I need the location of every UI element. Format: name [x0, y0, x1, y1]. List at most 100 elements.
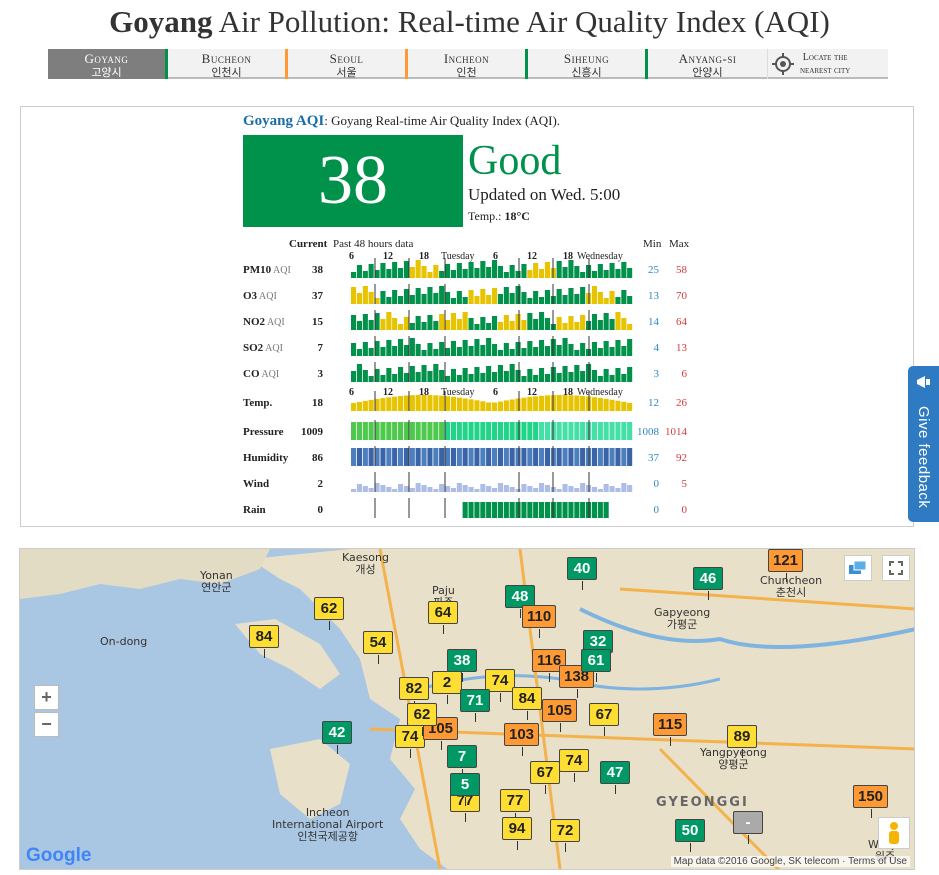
sparkline-bar	[398, 324, 404, 330]
locate-nearest-city-button[interactable]: Locate the nearest city	[768, 49, 888, 79]
street-view-button[interactable]	[878, 817, 910, 849]
tab-anyang[interactable]: Anyang-si 안양시	[648, 49, 768, 79]
aqi-station-marker[interactable]: 64	[428, 601, 458, 634]
sparkline-bar	[386, 487, 392, 492]
sparkline-bar	[362, 271, 368, 278]
aqi-station-marker[interactable]: 74	[559, 749, 589, 782]
tab-goyang[interactable]: Goyang 고양시	[48, 49, 168, 79]
aqi-station-marker[interactable]: 62	[314, 597, 344, 630]
row-label-text: Temp.	[243, 397, 273, 409]
aqi-station-marker[interactable]: 62	[407, 703, 437, 736]
row-label: Wind	[243, 478, 269, 490]
aqi-station-marker[interactable]: 84	[249, 625, 279, 658]
tab-siheung[interactable]: Siheung 신흥시	[528, 49, 648, 79]
sparkline-bar	[421, 365, 427, 382]
aqi-station-marker[interactable]: 74	[485, 669, 515, 702]
sparkline-bar	[574, 350, 580, 356]
aqi-station-marker[interactable]: 67	[589, 703, 619, 736]
sparkline-bar	[497, 422, 503, 440]
map-label-kaesong: Kaesong 개성	[342, 551, 389, 576]
sparkline-bar	[468, 399, 474, 411]
zoom-in-button[interactable]: +	[34, 685, 59, 710]
sparkline-bar	[527, 341, 533, 356]
aqi-station-marker[interactable]: 46	[693, 567, 723, 600]
aqi-station-marker[interactable]: -	[733, 811, 763, 844]
aqi-station-marker[interactable]: 121	[768, 549, 804, 582]
aqi-map[interactable]: Kaesong개성 Yonan연안군 On-dong Paju파주 Gapyeo…	[19, 548, 915, 870]
sparkline-bar	[580, 483, 586, 492]
sparkline-bar	[362, 342, 368, 356]
map-label-gyeonggi: GYEONGGI	[656, 795, 749, 810]
sparkline-bar	[621, 290, 627, 304]
aqi-station-marker[interactable]: 38	[447, 649, 477, 682]
sparkline-bar	[456, 291, 462, 304]
aqi-station-marker[interactable]: 77	[500, 789, 530, 822]
aqi-station-marker[interactable]: 40	[567, 557, 597, 590]
tab-label-en: Seoul	[329, 51, 364, 66]
sparkline-bar	[368, 488, 374, 492]
aqi-station-marker[interactable]: 71	[460, 689, 490, 722]
sparkline-bar	[398, 422, 404, 440]
sparkline-bar	[580, 448, 586, 466]
sparkline-bar	[615, 269, 621, 278]
aqi-station-marker[interactable]: 110	[522, 605, 557, 638]
row-current-value: 38	[312, 264, 323, 276]
map-layers-button[interactable]	[844, 555, 872, 581]
sparkline-bar	[392, 346, 398, 356]
aqi-brand-link[interactable]: Goyang AQI	[243, 113, 324, 129]
aqi-station-marker[interactable]: 103	[504, 723, 540, 756]
aqi-station-marker[interactable]: 74	[395, 725, 425, 758]
aqi-station-marker[interactable]: 115	[653, 713, 688, 746]
aqi-station-marker[interactable]: 67	[530, 761, 560, 794]
aqi-station-marker[interactable]: 84	[512, 687, 542, 720]
sparkline-bar	[574, 322, 580, 330]
sparkline-bar	[462, 398, 468, 411]
give-feedback-tab[interactable]: Give feedback	[908, 366, 939, 522]
aqi-station-marker[interactable]: 54	[363, 631, 393, 664]
map-attribution[interactable]: Map data ©2016 Google, SK telecom · Term…	[670, 856, 910, 867]
sparkline-bar	[427, 422, 433, 440]
aqi-station-marker[interactable]: 105	[542, 699, 578, 732]
sparkline-bar	[492, 344, 498, 356]
aqi-station-marker[interactable]: 2	[432, 671, 462, 704]
sparkline-bar	[539, 395, 545, 411]
sparkline-bar	[627, 324, 633, 330]
row-min-value: 37	[648, 452, 659, 464]
sparkline-bar	[521, 264, 527, 278]
sparkline-bar	[591, 502, 597, 518]
sparkline-bar	[509, 293, 515, 304]
aqi-station-marker[interactable]: 50	[675, 819, 705, 852]
aqi-station-marker[interactable]: 61	[581, 649, 611, 682]
aqi-station-marker[interactable]: 150	[853, 785, 889, 818]
map-fullscreen-button[interactable]	[882, 555, 910, 581]
aqi-station-marker[interactable]: 94	[502, 817, 532, 850]
sparkline-bar	[351, 448, 357, 466]
sparkline-bar	[392, 262, 398, 278]
zoom-out-button[interactable]: −	[34, 712, 59, 737]
sparkline-bar	[562, 448, 568, 466]
tab-incheon[interactable]: Incheon 인천	[408, 49, 528, 79]
sparkline-bar	[544, 422, 550, 440]
sparkline-bar	[415, 422, 421, 440]
tab-bucheon[interactable]: Bucheon 인천시	[168, 49, 288, 79]
sparkline-bar	[380, 319, 386, 330]
sparkline-bar	[427, 395, 433, 411]
sparkline-bar	[527, 486, 533, 492]
sparkline-bar	[492, 288, 498, 304]
sparkline-bar	[603, 341, 609, 356]
aqi-station-marker[interactable]: 42	[322, 721, 352, 754]
tab-label-ko: 고양시	[91, 66, 122, 79]
tab-seoul[interactable]: Seoul 서울	[288, 49, 408, 79]
sparkline-bar	[544, 262, 550, 278]
sparkline-bar	[462, 485, 468, 492]
sparkline-bar	[544, 318, 550, 330]
aqi-station-marker[interactable]: 72	[550, 819, 580, 852]
aqi-station-marker[interactable]: 47	[600, 761, 630, 794]
aqi-station-marker[interactable]: 89	[727, 725, 757, 758]
sparkline-bar	[368, 348, 374, 356]
sparkline-bar	[503, 371, 509, 382]
aqi-station-marker[interactable]: 82	[399, 677, 429, 710]
aqi-station-marker[interactable]: 5	[450, 773, 480, 806]
sparkline-bar	[527, 422, 533, 440]
aqi-station-marker[interactable]: 7	[447, 745, 477, 778]
